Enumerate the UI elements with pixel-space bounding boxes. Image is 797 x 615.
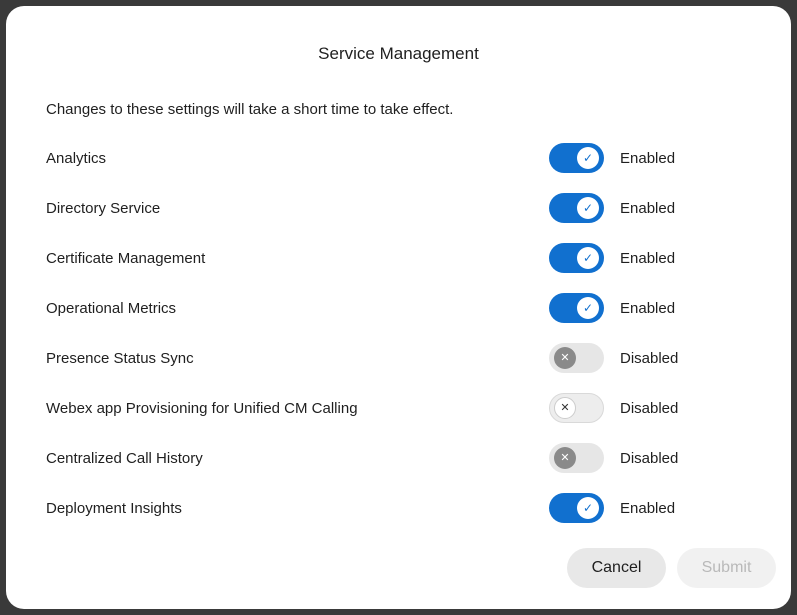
submit-button[interactable]: Submit xyxy=(677,548,776,588)
service-row-presence-status-sync: Presence Status Sync ✕ Disabled xyxy=(6,333,791,383)
service-row-webex-provisioning: Webex app Provisioning for Unified CM Ca… xyxy=(6,383,791,433)
service-label: Analytics xyxy=(46,150,107,167)
x-icon: ✕ xyxy=(554,347,576,369)
service-label: Directory Service xyxy=(46,200,161,217)
service-row-directory-service: Directory Service ✓ Enabled xyxy=(6,183,791,233)
deployment-insights-toggle[interactable]: ✓ xyxy=(549,493,604,523)
checkmark-icon: ✓ xyxy=(577,297,599,319)
certificate-management-toggle[interactable]: ✓ xyxy=(549,243,604,273)
centralized-call-history-toggle[interactable]: ✕ xyxy=(549,443,604,473)
x-icon: ✕ xyxy=(554,447,576,469)
checkmark-icon: ✓ xyxy=(577,197,599,219)
dialog-subtitle: Changes to these settings will take a sh… xyxy=(46,101,454,118)
service-label: Operational Metrics xyxy=(46,300,177,317)
service-label: Centralized Call History xyxy=(46,450,203,467)
checkmark-icon: ✓ xyxy=(577,247,599,269)
service-row-certificate-management: Certificate Management ✓ Enabled xyxy=(6,233,791,283)
directory-service-toggle[interactable]: ✓ xyxy=(549,193,604,223)
services-list: Analytics ✓ Enabled Directory Service ✓ … xyxy=(6,133,791,533)
analytics-toggle[interactable]: ✓ xyxy=(549,143,604,173)
service-row-deployment-insights: Deployment Insights ✓ Enabled xyxy=(6,483,791,533)
service-label: Deployment Insights xyxy=(46,500,182,517)
x-icon: ✕ xyxy=(554,397,576,419)
service-state: Enabled xyxy=(620,500,676,517)
service-state: Disabled xyxy=(620,350,679,367)
service-state: Enabled xyxy=(620,150,676,167)
service-label: Webex app Provisioning for Unified CM Ca… xyxy=(46,400,358,417)
service-row-centralized-call-history: Centralized Call History ✕ Disabled xyxy=(6,433,791,483)
service-management-dialog: Service Management Changes to these sett… xyxy=(6,6,791,609)
service-label: Presence Status Sync xyxy=(46,350,194,367)
webex-provisioning-toggle[interactable]: ✕ xyxy=(549,393,604,423)
operational-metrics-toggle[interactable]: ✓ xyxy=(549,293,604,323)
checkmark-icon: ✓ xyxy=(577,497,599,519)
service-state: Enabled xyxy=(620,300,676,317)
presence-status-sync-toggle[interactable]: ✕ xyxy=(549,343,604,373)
service-row-operational-metrics: Operational Metrics ✓ Enabled xyxy=(6,283,791,333)
checkmark-icon: ✓ xyxy=(577,147,599,169)
service-row-analytics: Analytics ✓ Enabled xyxy=(6,133,791,183)
service-state: Enabled xyxy=(620,250,676,267)
service-state: Disabled xyxy=(620,400,679,417)
service-label: Certificate Management xyxy=(46,250,206,267)
service-state: Enabled xyxy=(620,200,676,217)
dialog-title: Service Management xyxy=(318,44,479,63)
service-state: Disabled xyxy=(620,450,679,467)
cancel-button[interactable]: Cancel xyxy=(567,548,666,588)
